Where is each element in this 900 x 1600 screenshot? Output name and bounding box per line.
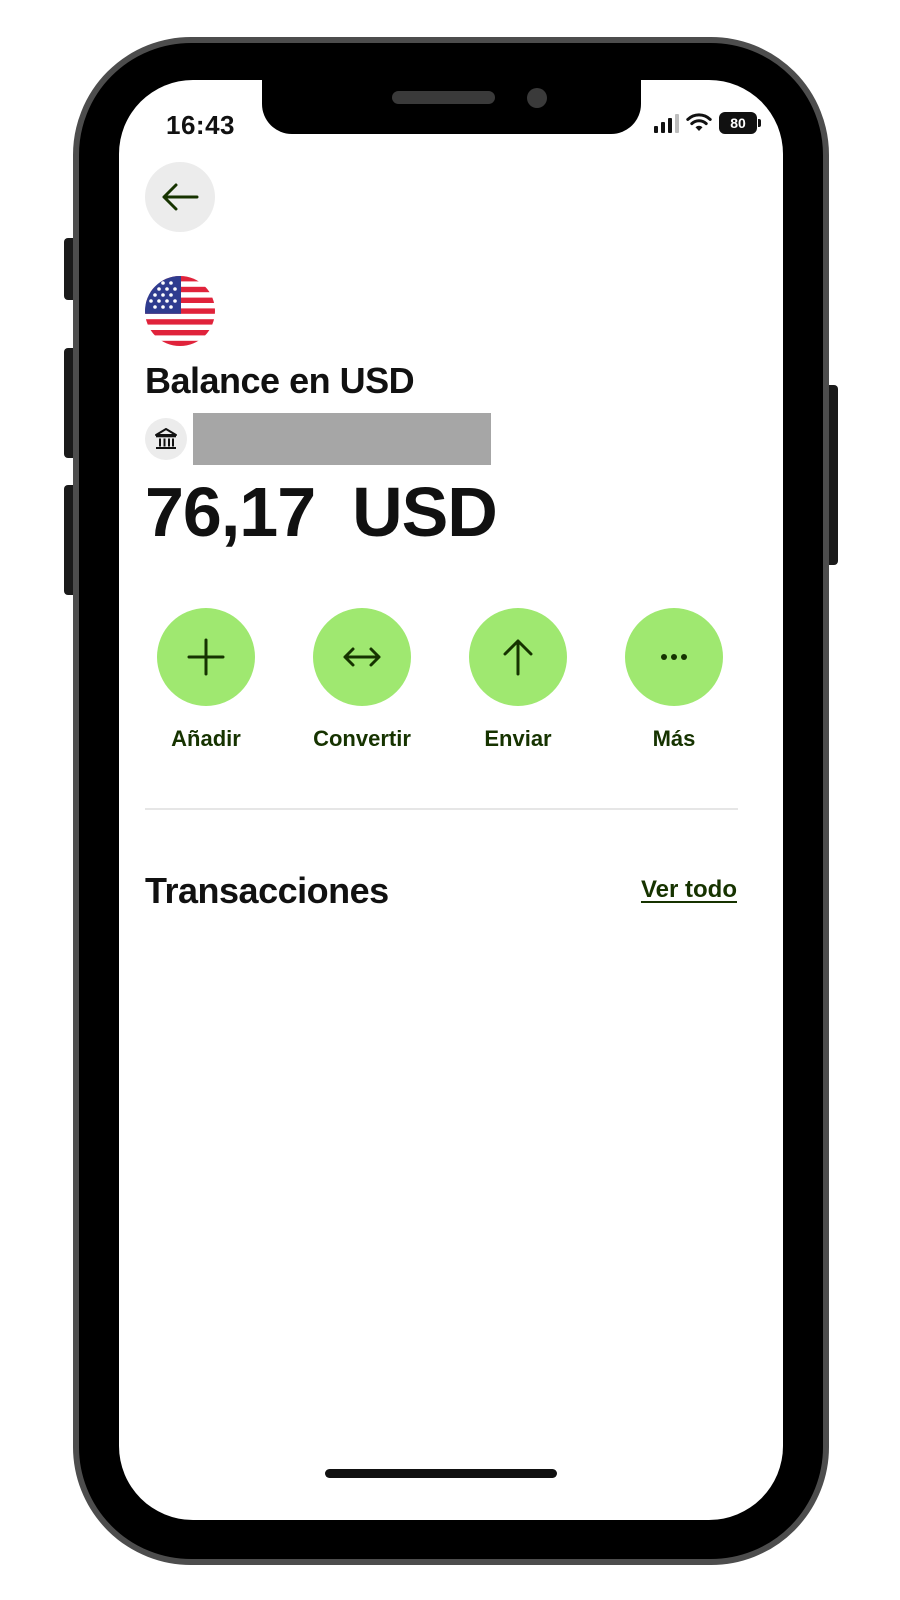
send-circle[interactable]: [469, 608, 567, 706]
front-camera: [527, 88, 547, 108]
more-dots-icon: [661, 654, 687, 660]
transactions-title: Transacciones: [145, 870, 389, 911]
convert-label: Convertir: [313, 726, 411, 751]
more-label: Más: [652, 726, 696, 751]
device-mockup: 16:43 80 Balance en USD 76,17 USD Añadir…: [0, 0, 900, 1600]
more-circle[interactable]: [625, 608, 723, 706]
add-money-label: Añadir: [171, 726, 241, 751]
more-button[interactable]: Más: [609, 608, 739, 752]
back-button[interactable]: [145, 162, 215, 232]
balance-title: Balance en USD: [145, 360, 415, 401]
app-screen: 16:43 80 Balance en USD 76,17 USD Añadir…: [119, 80, 783, 1520]
section-divider: [145, 808, 738, 810]
send-label: Enviar: [484, 726, 552, 751]
redacted-account-details: [193, 413, 491, 465]
status-time: 16:43: [166, 110, 235, 140]
plus-icon: [187, 638, 225, 676]
status-icons: 80: [654, 110, 761, 136]
home-indicator[interactable]: [325, 1469, 557, 1478]
swap-arrows-icon: [343, 647, 381, 667]
us-flag-icon: [145, 276, 215, 346]
convert-circle[interactable]: [313, 608, 411, 706]
add-money-circle[interactable]: [157, 608, 255, 706]
bank-details-row[interactable]: [145, 413, 491, 465]
wifi-icon: [686, 113, 712, 131]
convert-button[interactable]: Convertir: [297, 608, 427, 752]
see-all-link[interactable]: Ver todo: [641, 876, 737, 904]
arrow-left-icon: [162, 183, 199, 211]
signal-icon: [654, 113, 679, 133]
arrow-up-icon: [503, 639, 533, 676]
speaker-grille: [392, 91, 495, 104]
send-button[interactable]: Enviar: [453, 608, 583, 752]
battery-icon: 80: [719, 112, 761, 134]
bank-icon: [145, 418, 187, 460]
notch: [262, 80, 641, 134]
add-money-button[interactable]: Añadir: [141, 608, 271, 752]
balance-amount: 76,17 USD: [145, 473, 498, 551]
